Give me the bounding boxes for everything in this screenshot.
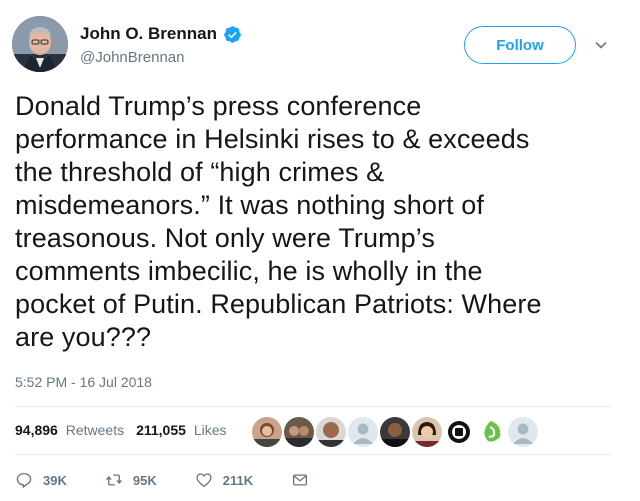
retweet-icon: [105, 474, 122, 486]
divider: [15, 454, 611, 455]
envelope-icon: [293, 474, 308, 486]
tweet-line: misdemeanors.” It was nothing short of: [15, 190, 485, 220]
tweet-line: Donald Trump’s press conference: [15, 91, 422, 121]
retweets-label: Retweets: [65, 422, 125, 438]
liker-avatar-default[interactable]: [348, 417, 378, 447]
author-handle[interactable]: @JohnBrennan: [80, 49, 242, 66]
tweet-stats: 94,896 Retweets 211,055 Likes: [15, 422, 227, 438]
likes-label: Likes: [193, 422, 227, 438]
liker-avatars: [252, 417, 538, 447]
chevron-down-icon[interactable]: [594, 38, 608, 52]
tweet-line: treasonous. Not only were Trump’s: [15, 223, 435, 253]
liker-avatar-logo[interactable]: [444, 417, 474, 447]
verified-badge-icon: [224, 25, 241, 43]
likes-count: 211,055: [136, 422, 186, 438]
tweet-timestamp[interactable]: 5:52 PM - 16 Jul 2018: [15, 374, 152, 390]
tweet-text: Donald Trump’s press conference performa…: [15, 90, 615, 354]
liker-avatar[interactable]: [316, 417, 346, 447]
retweet-count: 95K: [132, 472, 157, 488]
follow-button[interactable]: Follow: [464, 26, 576, 64]
liker-avatar-default[interactable]: [508, 417, 538, 447]
heart-icon: [196, 473, 212, 488]
reply-icon: [16, 472, 32, 488]
reply-button[interactable]: 39K: [15, 471, 67, 489]
likes-stat[interactable]: 211,055 Likes: [136, 422, 226, 438]
retweets-stat[interactable]: 94,896 Retweets: [15, 422, 124, 438]
liker-avatar[interactable]: [284, 417, 314, 447]
like-button[interactable]: 211K: [195, 471, 253, 489]
tweet-line: comments imbecilic, he is wholly in the: [15, 256, 483, 286]
avatar[interactable]: [12, 16, 68, 72]
tweet-header: John O. Brennan @JohnBrennan Follow: [12, 14, 628, 76]
tweet-line: performance in Helsinki rises to & excee…: [15, 124, 530, 154]
retweets-count: 94,896: [15, 422, 58, 438]
retweet-button[interactable]: 95K: [105, 471, 157, 489]
tweet-line: are you???: [15, 322, 152, 352]
liker-avatar[interactable]: [380, 417, 410, 447]
message-button[interactable]: [291, 471, 309, 489]
divider: [15, 406, 611, 407]
author-name[interactable]: John O. Brennan: [80, 24, 217, 44]
reply-count: 39K: [43, 472, 67, 488]
liker-avatar[interactable]: [412, 417, 442, 447]
tweet-actions: 39K 95K 211K: [15, 469, 347, 491]
tweet-line: the threshold of “high crimes &: [15, 157, 385, 187]
liker-avatar[interactable]: [252, 417, 282, 447]
liker-avatar-logo[interactable]: [476, 417, 506, 447]
tweet-line: pocket of Putin. Republican Patriots: Wh…: [15, 289, 542, 319]
like-count: 211K: [222, 472, 254, 488]
